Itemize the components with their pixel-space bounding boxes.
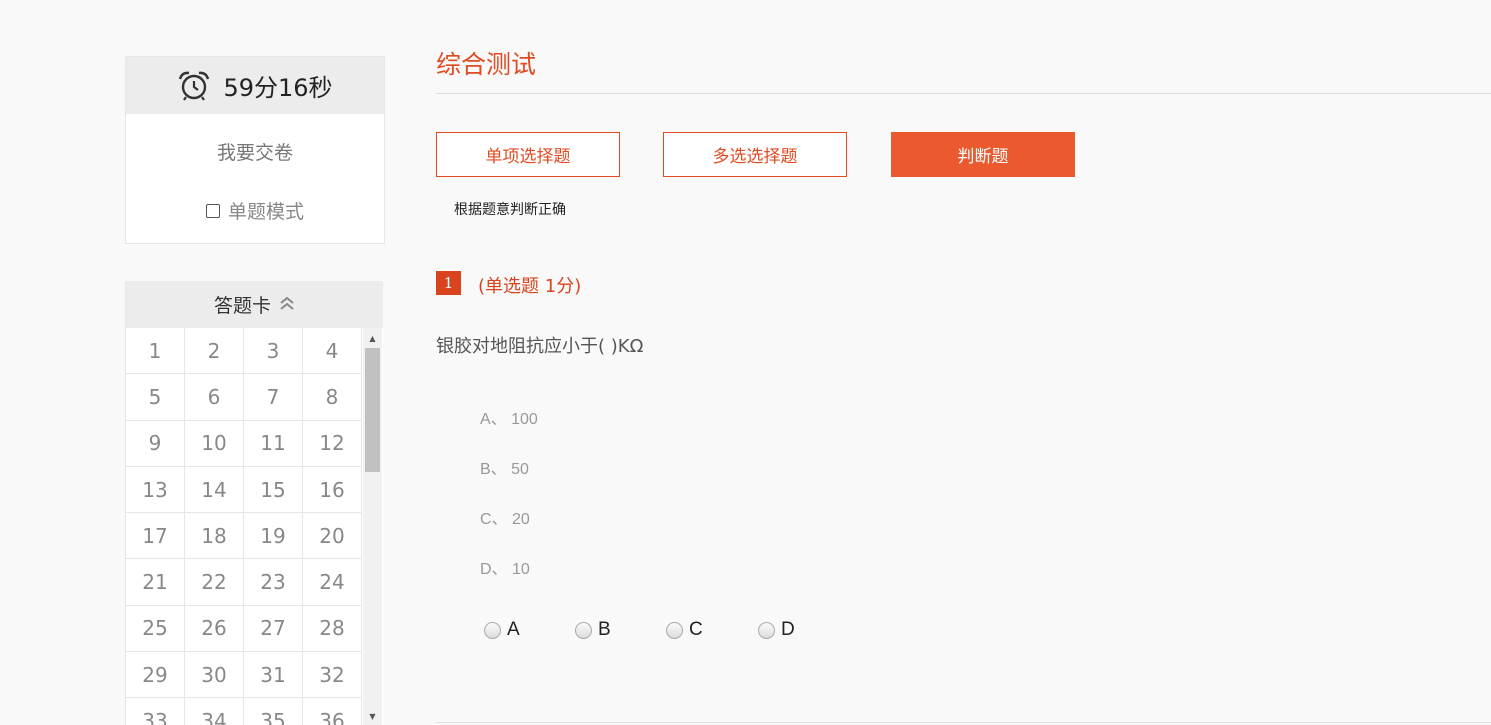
answer-card-cell[interactable]: 12 xyxy=(303,420,362,467)
title-divider xyxy=(436,93,1491,94)
answer-card-cell[interactable]: 11 xyxy=(244,420,303,467)
answer-card-cell[interactable]: 8 xyxy=(303,374,362,421)
question-number-badge: 1 xyxy=(436,271,461,295)
choice-c-label: C xyxy=(689,619,703,640)
timer-text: 59分16秒 xyxy=(223,74,333,102)
submit-exam-button[interactable]: 我要交卷 xyxy=(126,138,384,165)
answer-card-cell[interactable]: 27 xyxy=(244,605,303,653)
tab-multi-choice[interactable]: 多选选择题 xyxy=(663,132,847,177)
answer-card-cell[interactable]: 15 xyxy=(244,466,303,514)
answer-card-grid: 1 2 3 4 5 6 7 8 9 10 11 12 13 14 15 16 17 18 19 20 21 22 23 24 2… xyxy=(126,328,362,725)
answer-card-cell[interactable]: 31 xyxy=(244,652,303,699)
page-title: 综合测试 xyxy=(436,50,537,79)
answer-card-cell[interactable]: 36 xyxy=(303,698,362,725)
answer-card-cell[interactable]: 1 xyxy=(126,328,185,375)
tab-description: 根据题意判断正确 xyxy=(454,202,566,218)
answer-card-cell[interactable]: 14 xyxy=(185,466,244,514)
answer-card-cell[interactable]: 34 xyxy=(185,698,244,725)
answer-card-cell[interactable]: 33 xyxy=(126,698,185,725)
answer-card-cell[interactable]: 19 xyxy=(244,513,303,560)
choice-b-radio[interactable]: B xyxy=(575,619,611,641)
choice-d-label: D xyxy=(781,619,795,640)
single-mode-checkbox[interactable] xyxy=(205,203,220,218)
answer-card-cell[interactable]: 25 xyxy=(126,605,185,653)
tab-true-false[interactable]: 判断题 xyxy=(891,132,1075,177)
answer-card-cell[interactable]: 9 xyxy=(126,420,185,467)
answer-card-cell[interactable]: 28 xyxy=(303,605,362,653)
scroll-down-arrow-icon[interactable]: ▼ xyxy=(363,708,382,725)
option-c-text: C、 20 xyxy=(480,511,530,528)
answer-card-cell[interactable]: 5 xyxy=(126,374,185,421)
timer-header: 59分16秒 xyxy=(126,57,384,114)
answer-card: 答题卡 1 2 3 4 5 6 7 8 9 10 11 12 13 14 15 16 17 18 19 20 21 22 2… xyxy=(125,281,383,725)
answer-card-cell[interactable]: 21 xyxy=(126,559,185,606)
bottom-divider xyxy=(436,722,1491,723)
answer-card-cell[interactable]: 7 xyxy=(244,374,303,421)
answer-card-cell[interactable]: 16 xyxy=(303,466,362,514)
single-mode-label: 单题模式 xyxy=(227,201,304,223)
answer-card-cell[interactable]: 22 xyxy=(185,559,244,606)
alarm-clock-icon xyxy=(177,70,211,102)
answer-card-header[interactable]: 答题卡 xyxy=(126,281,383,328)
answer-card-cell[interactable]: 23 xyxy=(244,559,303,606)
tab-single-choice[interactable]: 单项选择题 xyxy=(436,132,620,177)
choice-c-radio[interactable]: C xyxy=(666,619,703,641)
scroll-up-arrow-icon[interactable]: ▲ xyxy=(363,330,382,347)
answer-card-cell[interactable]: 29 xyxy=(126,652,185,699)
answer-card-cell[interactable]: 10 xyxy=(185,420,244,467)
option-a-text: A、 100 xyxy=(480,411,538,428)
radio-button[interactable] xyxy=(666,621,683,639)
radio-button[interactable] xyxy=(575,621,592,639)
answer-card-cell[interactable]: 20 xyxy=(303,513,362,560)
answer-card-cell[interactable]: 32 xyxy=(303,652,362,699)
double-chevron-up-icon[interactable] xyxy=(279,294,295,316)
answer-card-cell[interactable]: 30 xyxy=(185,652,244,699)
answer-card-cell[interactable]: 26 xyxy=(185,605,244,653)
choice-d-radio[interactable]: D xyxy=(758,619,795,641)
answer-card-cell[interactable]: 24 xyxy=(303,559,362,606)
scrollbar-thumb[interactable] xyxy=(365,348,380,472)
answer-card-cell[interactable]: 6 xyxy=(185,374,244,421)
radio-button[interactable] xyxy=(758,621,775,639)
answer-card-cell[interactable]: 35 xyxy=(244,698,303,725)
answer-card-cell[interactable]: 3 xyxy=(244,328,303,375)
question-text: 银胶对地阻抗应小于( )KΩ xyxy=(436,336,644,357)
answer-card-cell[interactable]: 18 xyxy=(185,513,244,560)
choice-a-radio[interactable]: A xyxy=(484,619,520,641)
question-type: (单选题 1分) xyxy=(478,276,582,297)
answer-card-cell[interactable]: 4 xyxy=(303,328,362,375)
choice-b-label: B xyxy=(598,619,611,640)
timer-panel: 59分16秒 我要交卷 单题模式 xyxy=(125,56,385,244)
option-d-text: D、 10 xyxy=(480,561,530,578)
choice-a-label: A xyxy=(507,619,520,640)
radio-button[interactable] xyxy=(484,621,501,639)
answer-card-title: 答题卡 xyxy=(213,295,271,317)
answer-card-cell[interactable]: 17 xyxy=(126,513,185,560)
option-b-text: B、 50 xyxy=(480,461,529,478)
answer-card-cell[interactable]: 13 xyxy=(126,466,185,514)
answer-card-scrollbar[interactable]: ▲ ▼ xyxy=(363,328,382,725)
answer-card-cell[interactable]: 2 xyxy=(185,328,244,375)
single-mode-toggle[interactable]: 单题模式 xyxy=(126,197,384,224)
